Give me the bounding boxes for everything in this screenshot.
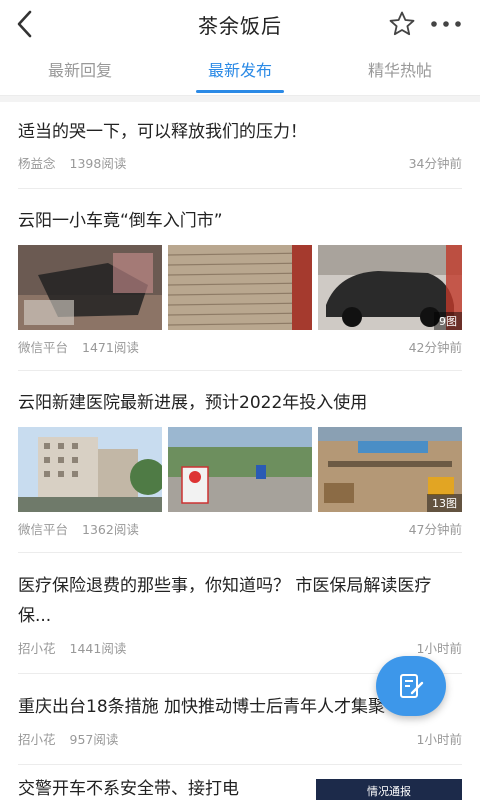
post-image[interactable] xyxy=(168,427,312,512)
list-item[interactable]: 云阳新建医院最新进展，预计2022年投入使用 13图 微信平台 1362阅读 4… xyxy=(18,371,462,553)
page-title: 茶余饭后 xyxy=(198,13,282,38)
tab-label: 最新发布 xyxy=(207,61,272,80)
list-item[interactable]: 交警开车不系安全带、接打电 情况通报 xyxy=(18,765,462,800)
post-views: 957阅读 xyxy=(69,732,119,747)
post-views: 1362阅读 xyxy=(82,522,139,537)
tab-bar: 最新回复 最新发布 精华热帖 xyxy=(0,48,480,96)
post-author: 招小花 xyxy=(18,641,56,656)
post-image[interactable] xyxy=(18,245,162,330)
post-meta: 杨益念 1398阅读 34分钟前 xyxy=(18,146,462,188)
post-author: 微信平台 xyxy=(18,522,69,537)
post-image[interactable]: 13图 xyxy=(318,427,462,512)
post-time: 42分钟前 xyxy=(408,340,462,355)
post-title: 医疗保险退费的那些事，你知道吗？ 市医保局解读医疗保... xyxy=(18,576,432,626)
post-time: 1小时前 xyxy=(416,732,462,747)
post-title: 云阳新建医院最新进展，预计2022年投入使用 xyxy=(18,393,368,413)
header: 茶余饭后 xyxy=(0,0,480,48)
star-icon[interactable] xyxy=(388,10,416,38)
post-meta: 招小花 957阅读 1小时前 xyxy=(18,722,462,764)
active-tab-indicator xyxy=(196,90,284,93)
post-author: 微信平台 xyxy=(18,340,69,355)
image-count-badge: 9图 xyxy=(434,312,462,330)
post-title: 适当的哭一下，可以释放我们的压力！ xyxy=(18,122,307,142)
edit-icon xyxy=(400,674,424,698)
post-image[interactable] xyxy=(18,427,162,512)
tab-label: 精华热帖 xyxy=(367,61,432,80)
tab-label: 最新回复 xyxy=(47,61,112,80)
post-views: 1441阅读 xyxy=(69,641,127,656)
list-item[interactable]: 云阳一小车竟“倒车入门市” 9图 微信平台 1471阅读 42分钟前 xyxy=(18,189,462,371)
tab-featured[interactable]: 精华热帖 xyxy=(320,48,480,95)
post-time: 34分钟前 xyxy=(408,156,462,171)
post-meta: 微信平台 1471阅读 42分钟前 xyxy=(18,330,462,370)
post-image[interactable]: 情况通报 xyxy=(316,779,462,800)
post-author: 杨益念 xyxy=(18,156,56,171)
side-image-caption: 情况通报 xyxy=(367,784,411,798)
post-meta: 微信平台 1362阅读 47分钟前 xyxy=(18,512,462,552)
tab-latest-reply[interactable]: 最新回复 xyxy=(0,48,160,95)
post-image[interactable] xyxy=(168,245,312,330)
list-item[interactable]: 适当的哭一下，可以释放我们的压力！ 杨益念 1398阅读 34分钟前 xyxy=(18,102,462,189)
app-screen: 茶余饭后 最新回复 最新发布 精华热帖 适当的哭一下，可以释放我们的压力！ 杨益… xyxy=(0,0,480,800)
post-title: 交警开车不系安全带、接打电 xyxy=(18,779,239,799)
post-time: 47分钟前 xyxy=(408,522,462,537)
post-views: 1398阅读 xyxy=(69,156,127,171)
tab-latest-publish[interactable]: 最新发布 xyxy=(160,48,320,95)
post-author: 招小花 xyxy=(18,732,56,747)
more-dots-icon[interactable] xyxy=(428,12,464,36)
post-views: 1471阅读 xyxy=(82,340,139,355)
image-count-badge: 13图 xyxy=(427,494,462,512)
list-item[interactable]: 医疗保险退费的那些事，你知道吗？ 市医保局解读医疗保... 招小花 1441阅读 … xyxy=(18,553,462,674)
post-image[interactable]: 9图 xyxy=(318,245,462,330)
back-icon[interactable] xyxy=(10,8,42,40)
compose-button[interactable] xyxy=(376,656,446,716)
image-row: 9图 xyxy=(18,245,462,330)
post-title: 云阳一小车竟“倒车入门市” xyxy=(18,211,223,231)
image-row: 13图 xyxy=(18,427,462,512)
